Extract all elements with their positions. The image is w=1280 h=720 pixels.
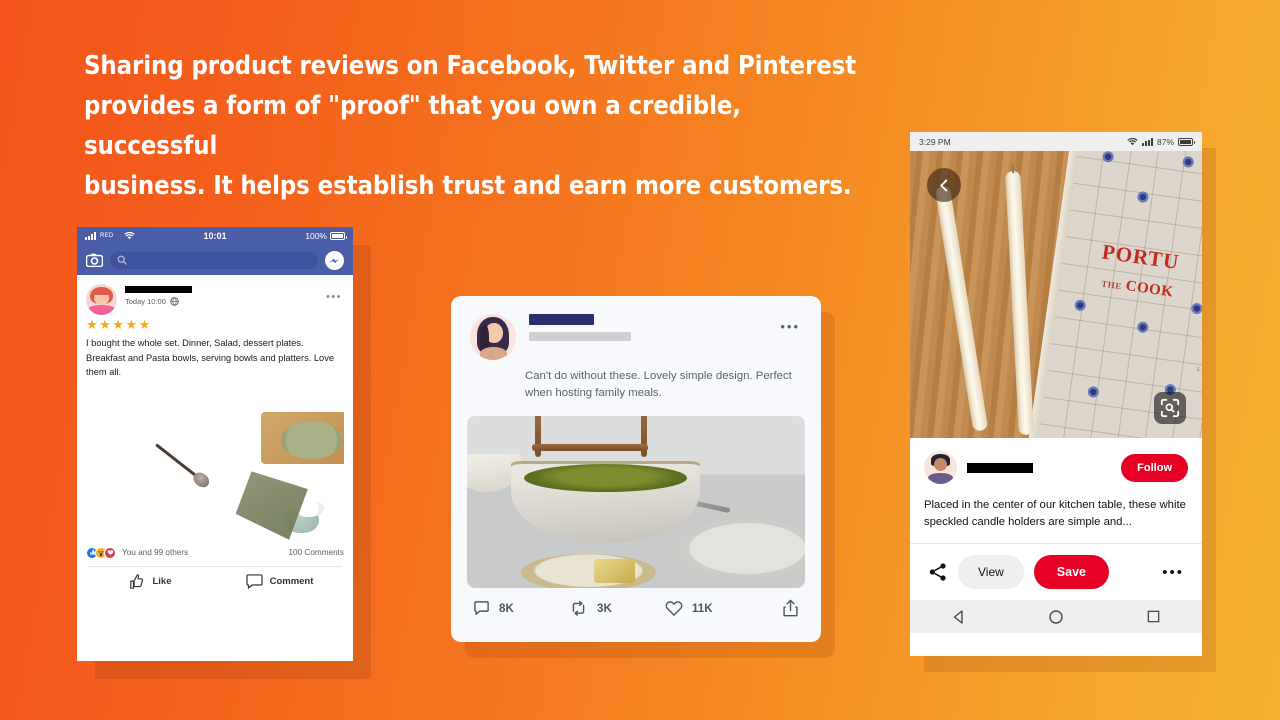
signal-bars-icon — [85, 232, 96, 240]
pin-action-bar: View Save ••• — [910, 544, 1202, 600]
avatar[interactable] — [470, 314, 516, 360]
pin-author-row: Follow — [910, 438, 1202, 484]
tweet-photo[interactable] — [467, 416, 805, 588]
tweet-action-bar: 8K 3K 11K — [451, 588, 821, 617]
author-name-redacted — [529, 314, 594, 325]
more-options-icon[interactable]: ••• — [780, 320, 800, 333]
post-photo[interactable] — [86, 388, 344, 540]
more-options-icon[interactable]: ••• — [1162, 565, 1184, 580]
carrier-label: RED — [100, 233, 114, 239]
tweet-body-text: Can't do without these. Lovely simple de… — [525, 370, 792, 399]
share-icon — [782, 599, 799, 617]
pinterest-phone-mockup: 3:29 PM 87% PORTU THE COOK LEAN Follow P… — [910, 132, 1202, 656]
like-heart-icon — [665, 600, 683, 617]
comment-count-label[interactable]: 100 Comments — [288, 548, 344, 557]
facebook-post-footer: You and 99 others 100 Comments Like Comm… — [77, 540, 353, 599]
android-recents-icon[interactable] — [1146, 609, 1161, 624]
author-name-redacted — [125, 286, 192, 293]
comment-button[interactable]: Comment — [215, 574, 344, 590]
status-left-group: RED — [85, 232, 135, 240]
facebook-status-bar: RED 10:01 100% — [77, 227, 353, 245]
reaction-count-label[interactable]: You and 99 others — [122, 548, 188, 557]
view-button[interactable]: View — [958, 555, 1024, 589]
facebook-post: Today 10:00 ••• ★★★★★ I bought the whole… — [77, 275, 353, 540]
wifi-icon — [123, 232, 135, 240]
post-meta: Today 10:00 — [125, 297, 344, 306]
pin-description: Placed in the center of our kitchen tabl… — [924, 499, 1186, 528]
comment-button-label: Comment — [269, 576, 314, 588]
status-right-group: 87% — [1127, 136, 1195, 147]
facebook-navbar — [77, 245, 353, 275]
signal-bars-icon — [1141, 137, 1153, 146]
reply-button[interactable]: 8K — [473, 600, 569, 617]
battery-percent-label: 100% — [305, 231, 327, 241]
post-timestamp: Today 10:00 — [125, 297, 166, 306]
thumbs-up-icon — [129, 574, 145, 590]
like-button[interactable]: 11K — [665, 600, 761, 617]
reaction-summary: You and 99 others 100 Comments — [86, 546, 344, 559]
camera-icon[interactable] — [86, 253, 103, 267]
retweet-count: 3K — [597, 601, 612, 615]
battery-icon — [1178, 137, 1195, 146]
post-action-bar: Like Comment — [86, 567, 344, 599]
status-time: 3:29 PM — [919, 136, 951, 147]
star-rating: ★★★★★ — [86, 317, 152, 332]
tweet-header: ••• — [451, 296, 821, 360]
battery-percent-label: 87% — [1156, 136, 1174, 147]
author-handle-redacted — [529, 332, 631, 341]
like-button[interactable]: Like — [86, 574, 215, 590]
book-title-the: THE — [1100, 278, 1123, 292]
like-button-label: Like — [152, 576, 172, 588]
android-back-icon[interactable] — [951, 609, 967, 625]
reply-count: 8K — [499, 601, 514, 615]
follow-button[interactable]: Follow — [1121, 453, 1188, 482]
reply-icon — [473, 600, 490, 617]
pin-photo[interactable]: PORTU THECOOK LEAN PHAIDO — [910, 151, 1202, 438]
pinterest-status-bar: 3:29 PM 87% — [910, 132, 1202, 151]
messenger-icon[interactable] — [325, 250, 344, 270]
save-button[interactable]: Save — [1033, 555, 1109, 589]
avatar[interactable] — [86, 284, 117, 315]
search-input[interactable] — [110, 251, 318, 269]
share-button[interactable] — [782, 599, 799, 617]
post-body-text: I bought the whole set. Dinner, Salad, d… — [86, 338, 335, 378]
search-icon — [117, 255, 127, 265]
love-reaction-icon — [104, 546, 116, 559]
retweet-button[interactable]: 3K — [569, 600, 665, 617]
android-nav-bar — [910, 600, 1202, 633]
wifi-icon — [1127, 137, 1138, 146]
like-count: 11K — [692, 601, 713, 615]
retweet-icon — [569, 600, 588, 617]
share-nodes-icon[interactable] — [928, 562, 948, 582]
comment-bubble-icon — [245, 574, 263, 590]
author-name-redacted — [967, 462, 1033, 473]
android-home-icon[interactable] — [1048, 609, 1064, 625]
facebook-phone-mockup: RED 10:01 100% Today 10:00 ••• ★★★★★ I b… — [77, 227, 353, 661]
slide-canvas: Sharing product reviews on Facebook, Twi… — [0, 0, 1280, 720]
twitter-card-mockup: ••• Can't do without these. Lovely simpl… — [451, 296, 821, 642]
globe-icon — [170, 297, 179, 306]
more-options-icon[interactable]: ••• — [326, 292, 342, 303]
battery-icon — [330, 232, 347, 240]
avatar[interactable] — [924, 451, 957, 484]
status-right-group: 100% — [305, 231, 347, 241]
back-chevron-icon[interactable] — [927, 168, 961, 202]
post-header: Today 10:00 ••• — [86, 284, 344, 315]
visual-search-zoom-icon[interactable] — [1154, 392, 1186, 424]
reaction-icons — [86, 546, 116, 559]
page-title: Sharing product reviews on Facebook, Twi… — [84, 51, 857, 201]
